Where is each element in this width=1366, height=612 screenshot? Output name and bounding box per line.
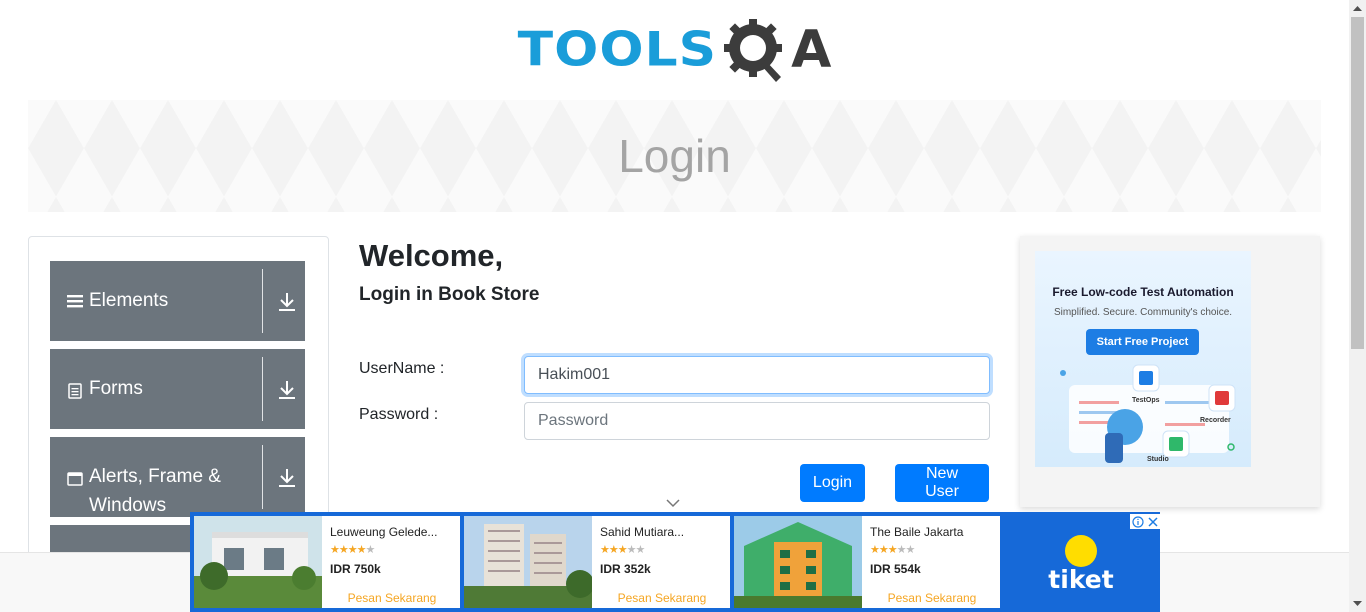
welcome-heading: Welcome, (359, 238, 504, 273)
hotel-name: Leuweung Gelede... (330, 525, 438, 539)
hotel-card[interactable]: Leuweung Gelede... ★★★★★ IDR 750k Pesan … (194, 516, 460, 608)
ad-illustration (1060, 364, 1236, 463)
download-icon (279, 381, 295, 399)
ad-controls (1130, 514, 1160, 529)
login-subheading: Login in Book Store (359, 284, 540, 305)
divider (262, 269, 263, 333)
hotel-price: IDR 750k (330, 562, 381, 576)
ad-info-icon[interactable] (1131, 515, 1144, 528)
sidebar-group-elements[interactable]: Elements (50, 261, 305, 341)
new-user-button[interactable]: New User (895, 464, 989, 502)
page-title: Login (618, 130, 731, 182)
download-icon (279, 293, 295, 311)
password-input[interactable] (524, 402, 990, 440)
ad-title: Free Low-code Test Automation (1052, 285, 1234, 299)
hotel-card[interactable]: The Baile Jakarta ★★★★★ IDR 554k Pesan S… (734, 516, 1000, 608)
hotel-rating: ★★★★★ (870, 544, 915, 556)
username-input[interactable] (524, 356, 990, 394)
hotel-card[interactable]: Sahid Mutiara... ★★★★★ IDR 352k Pesan Se… (464, 516, 730, 608)
close-icon[interactable] (1147, 516, 1159, 528)
sidebar-group-forms[interactable]: Forms (50, 349, 305, 429)
page: TOOLS A Login Elements Forms Alerts, Fra… (0, 0, 1366, 612)
gear-magnifier-icon (724, 19, 783, 82)
hotel-photo (734, 516, 862, 608)
header: TOOLS A (0, 0, 1349, 100)
chevron-down-icon[interactable] (666, 498, 680, 508)
sun-icon (1065, 534, 1097, 567)
toolsqa-logo[interactable]: TOOLS A (517, 10, 832, 90)
scrollbar-thumb[interactable] (1351, 17, 1364, 349)
tiket-brand: tiket (1048, 564, 1114, 594)
download-icon (279, 469, 295, 487)
hotel-name: Sahid Mutiara... (600, 525, 685, 539)
window-icon (67, 472, 83, 486)
sidebar-group-label: Forms (89, 378, 143, 399)
logo-letter-a: A (791, 20, 832, 80)
ad-tag: TestOps (1132, 397, 1160, 404)
right-advertisement[interactable]: Free Low-code Test Automation Simplified… (1020, 236, 1320, 507)
logo-word: TOOLS (517, 23, 718, 77)
page-scrollbar[interactable] (1349, 0, 1366, 612)
list-icon (67, 295, 83, 308)
divider (262, 445, 263, 509)
hotel-rating: ★★★★★ (330, 544, 375, 556)
divider (262, 357, 263, 421)
tiket-logo[interactable]: tiket (1004, 516, 1158, 608)
book-now-link[interactable]: Pesan Sekarang (870, 591, 994, 605)
form-icon (68, 383, 82, 399)
ad-card[interactable]: Free Low-code Test Automation Simplified… (1035, 251, 1251, 467)
page-banner: Login (28, 100, 1321, 212)
hotel-rating: ★★★★★ (600, 544, 645, 556)
login-button[interactable]: Login (800, 464, 865, 502)
username-label: UserName : (359, 360, 445, 377)
password-label: Password : (359, 406, 439, 423)
sidebar-group-label: Elements (89, 290, 169, 311)
hotel-photo (464, 516, 592, 608)
ad-tag: Studio (1147, 456, 1169, 463)
ad-tag: Recorder (1200, 417, 1231, 424)
book-now-link[interactable]: Pesan Sekarang (330, 591, 454, 605)
bottom-advertisement[interactable]: Leuweung Gelede... ★★★★★ IDR 750k Pesan … (190, 512, 1160, 612)
scroll-down-icon[interactable] (1349, 595, 1366, 612)
ad-subtitle: Simplified. Secure. Community's choice. (1053, 307, 1233, 318)
hotel-price: IDR 352k (600, 562, 651, 576)
hotel-photo (194, 516, 322, 608)
scroll-up-icon[interactable] (1349, 0, 1366, 17)
hotel-name: The Baile Jakarta (870, 525, 964, 539)
hotel-price: IDR 554k (870, 562, 921, 576)
sidebar-group-alerts-frame-windows[interactable]: Alerts, Frame & Windows (50, 437, 305, 517)
book-now-link[interactable]: Pesan Sekarang (600, 591, 724, 605)
start-free-project-button[interactable]: Start Free Project (1086, 329, 1199, 355)
